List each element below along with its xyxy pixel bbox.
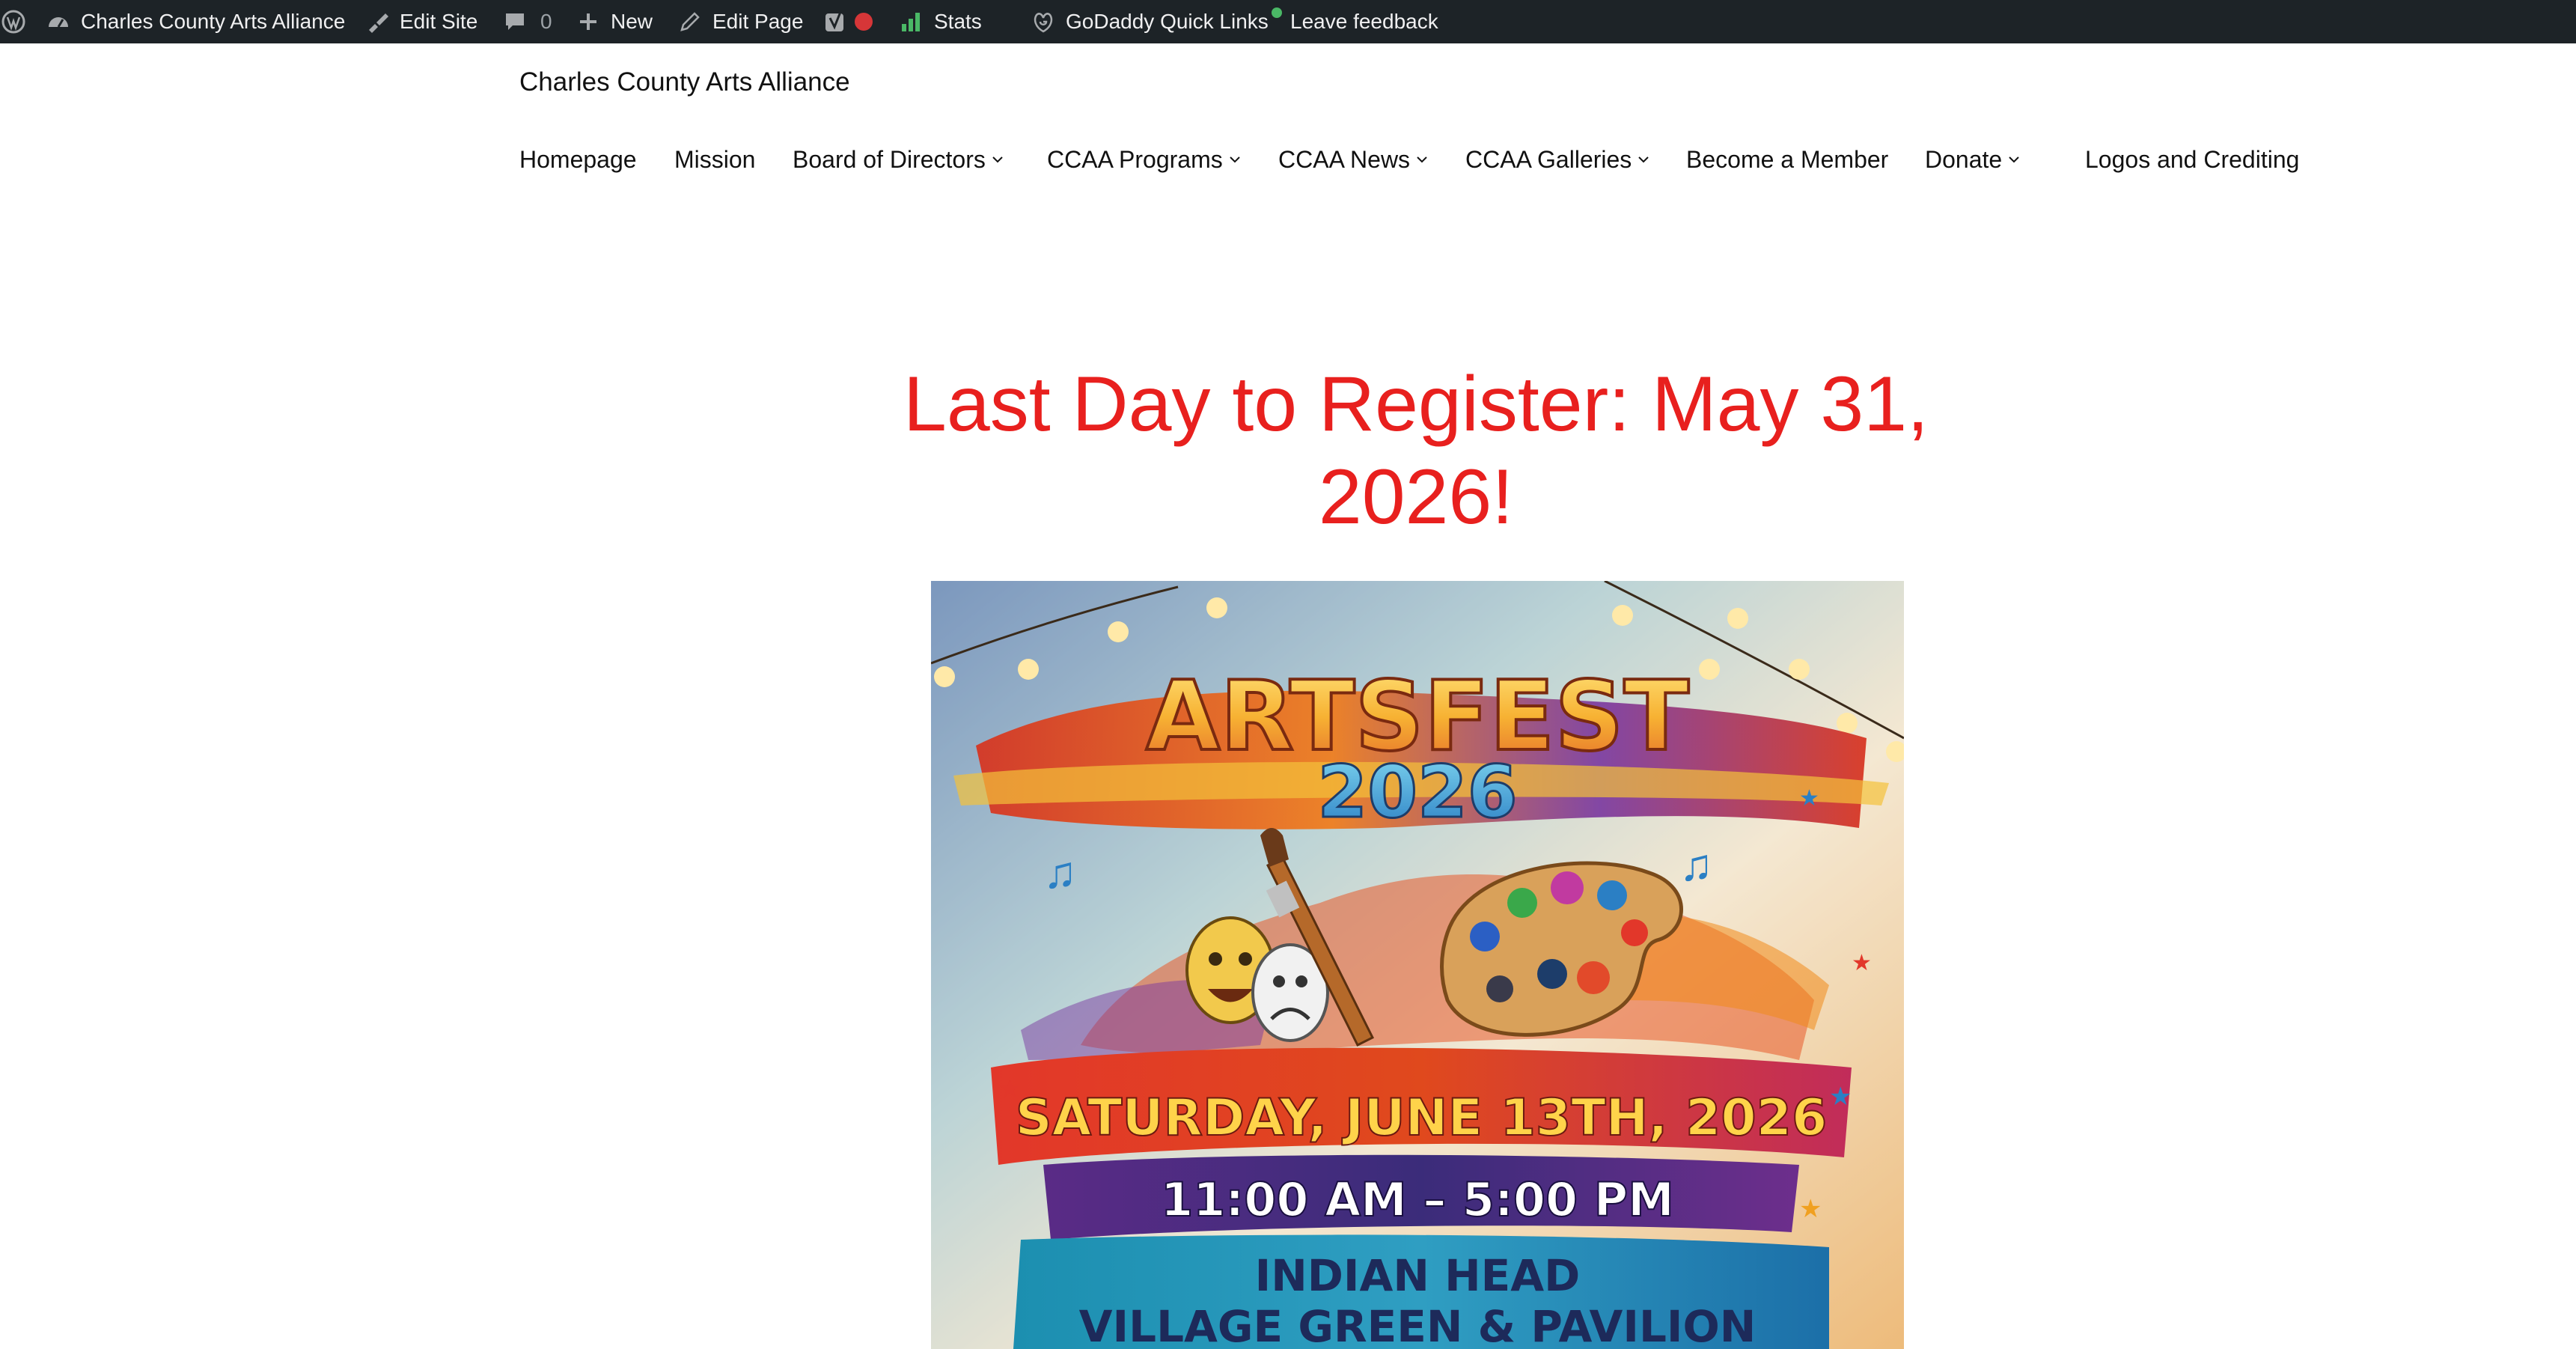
nav-item-board-of-directors[interactable]: Board of Directors	[793, 141, 1004, 178]
nav-item-ccaa-galleries[interactable]: CCAA Galleries	[1465, 141, 1649, 178]
artsfest-poster-image: ARTSFEST 2026 ♫ ♫ SATURDAY, JUNE 13TH, 2…	[931, 581, 1904, 1349]
seo-status-dot-icon	[855, 13, 873, 31]
headline-line-1: Last Day to Register: May 31,	[903, 361, 1929, 448]
poster-year: 2026	[1317, 750, 1517, 834]
nav-item-become-a-member[interactable]: Become a Member	[1686, 141, 1888, 178]
poster-artwork: ARTSFEST 2026 ♫ ♫ SATURDAY, JUNE 13TH, 2…	[931, 581, 1904, 1349]
star-icon: ★	[1799, 1195, 1822, 1223]
wordpress-icon	[0, 8, 27, 35]
stats-label: Stats	[934, 10, 982, 33]
poster-time: 11:00 AM – 5:00 PM	[1161, 1172, 1674, 1227]
nav-item-label: Become a Member	[1686, 145, 1889, 173]
page-headline: Last Day to Register: May 31, 2026!	[861, 358, 1971, 543]
godaddy-label: GoDaddy Quick Links	[1066, 10, 1269, 33]
poster-venue-line-1: INDIAN HEAD	[1255, 1250, 1581, 1301]
leave-feedback-link[interactable]: Leave feedback	[1290, 0, 1438, 43]
star-icon: ★	[1852, 951, 1872, 975]
nav-item-label: Board of Directors	[793, 145, 986, 173]
edit-page-label: Edit Page	[712, 10, 804, 33]
nav-item-label: Donate	[1925, 145, 2003, 173]
dashboard-icon	[45, 8, 72, 35]
nav-item-mission[interactable]: Mission	[674, 141, 755, 178]
new-label: New	[611, 10, 653, 33]
plus-icon	[575, 8, 602, 35]
poster-date: SATURDAY, JUNE 13TH, 2026	[1016, 1088, 1828, 1148]
headline-line-2: 2026!	[1318, 454, 1514, 540]
star-icon: ★	[1829, 1082, 1852, 1111]
site-name-label: Charles County Arts Alliance	[81, 10, 346, 33]
admin-bar: Charles County Arts Alliance Edit Site 0…	[0, 0, 2576, 43]
godaddy-icon	[1030, 8, 1057, 35]
edit-site-label: Edit Site	[400, 10, 478, 33]
yoast-seo-button[interactable]	[822, 0, 873, 43]
new-content-button[interactable]: New	[575, 0, 653, 43]
chevron-down-icon	[1638, 153, 1649, 165]
nav-item-label: CCAA Galleries	[1465, 145, 1632, 173]
nav-item-label: CCAA News	[1278, 145, 1411, 173]
brush-icon	[364, 8, 391, 35]
comments-button[interactable]: 0	[501, 0, 552, 43]
godaddy-quick-links-button[interactable]: GoDaddy Quick Links	[1030, 0, 1282, 43]
nav-item-logos-and-crediting[interactable]: Logos and Crediting	[2085, 141, 2299, 178]
nav-item-ccaa-news[interactable]: CCAA News	[1278, 141, 1428, 178]
chevron-down-icon	[2008, 153, 2020, 165]
nav-item-label: Mission	[674, 145, 756, 173]
nav-item-donate[interactable]: Donate	[1925, 141, 2020, 178]
yoast-icon	[822, 8, 849, 35]
chevron-down-icon	[1229, 153, 1241, 165]
music-note-icon: ♫	[1043, 847, 1077, 898]
comment-icon	[501, 8, 528, 35]
stats-button[interactable]: Stats	[898, 0, 982, 43]
bar-chart-icon	[898, 8, 925, 35]
nav-item-label: Logos and Crediting	[2085, 145, 2300, 173]
nav-item-ccaa-programs[interactable]: CCAA Programs	[1047, 141, 1241, 178]
star-icon: ★	[1799, 786, 1819, 811]
pencil-icon	[677, 8, 703, 35]
chevron-down-icon	[1416, 153, 1428, 165]
edit-site-button[interactable]: Edit Site	[364, 0, 477, 43]
feedback-label: Leave feedback	[1290, 10, 1438, 33]
wordpress-logo-button[interactable]	[0, 0, 27, 43]
poster-venue-line-2: VILLAGE GREEN & PAVILION	[1079, 1301, 1756, 1349]
star-icon: ★	[998, 1075, 1021, 1103]
site-title[interactable]: Charles County Arts Alliance	[519, 67, 850, 97]
edit-page-button[interactable]: Edit Page	[677, 0, 803, 43]
online-dot-icon	[1271, 7, 1282, 18]
site-name-menu[interactable]: Charles County Arts Alliance	[45, 0, 345, 43]
chevron-down-icon	[992, 153, 1004, 165]
nav-item-label: Homepage	[519, 145, 637, 173]
comments-count: 0	[540, 10, 552, 33]
music-note-icon: ♫	[1679, 840, 1713, 890]
nav-item-homepage[interactable]: Homepage	[519, 141, 637, 178]
nav-item-label: CCAA Programs	[1047, 145, 1223, 173]
